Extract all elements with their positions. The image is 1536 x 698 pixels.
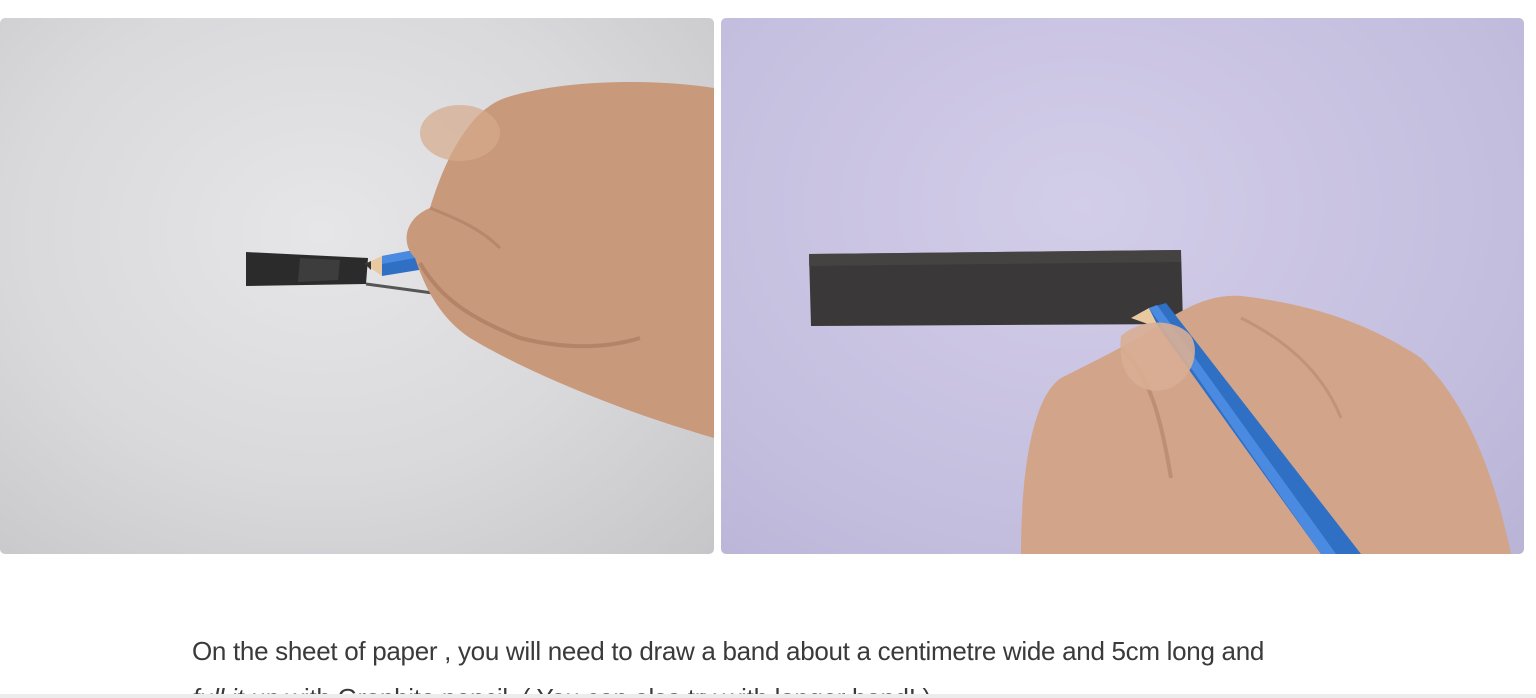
caption-text: On the sheet of paper , you will need to… <box>192 636 1265 666</box>
pencil-drawing-illustration <box>246 82 714 438</box>
band-filling-illustration <box>809 250 1511 554</box>
instruction-caption: On the sheet of paper , you will need to… <box>192 628 1372 698</box>
hand <box>1021 295 1511 554</box>
photo-step-fill[interactable] <box>721 18 1524 554</box>
divider <box>0 694 1536 698</box>
photo-gallery <box>0 18 1536 554</box>
article-content: On the sheet of paper , you will need to… <box>0 0 1536 698</box>
photo-step-start[interactable] <box>0 18 714 554</box>
